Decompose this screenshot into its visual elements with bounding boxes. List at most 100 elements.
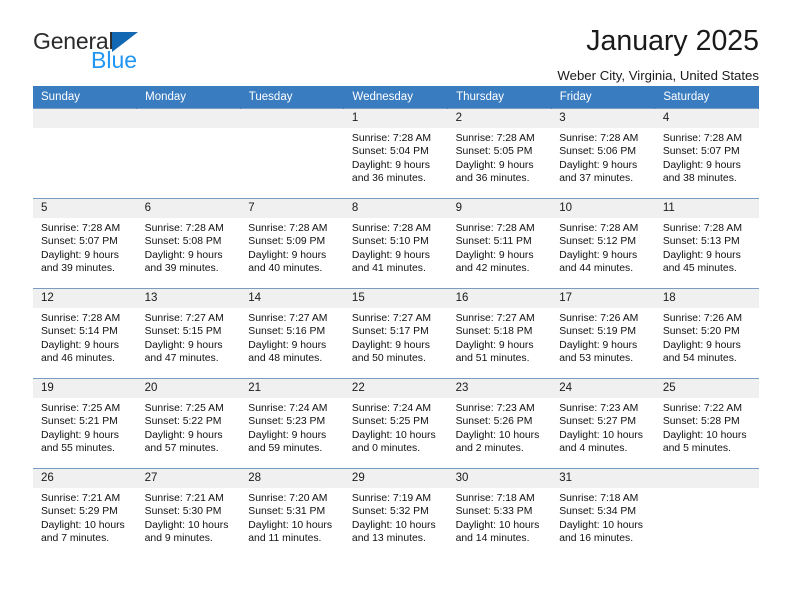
calendar-day-cell[interactable]: 31 Sunrise: 7:18 AM Sunset: 5:34 PM Dayligh… [551, 468, 655, 557]
calendar-day-cell[interactable]: 10 Sunrise: 7:28 AM Sunset: 5:12 PM Dayligh… [551, 198, 655, 289]
sunrise-text: Sunrise: 7:18 AM [455, 493, 535, 504]
calendar-day-cell[interactable]: 27 Sunrise: 7:21 AM Sunset: 5:30 PM Dayligh… [136, 468, 241, 557]
daylight-text-line2: and 45 minutes. [662, 263, 737, 275]
day-number: 30 [447, 469, 552, 488]
daylight-text-line2: and 11 minutes. [248, 533, 322, 545]
generalblue-logo[interactable]: General Blue [33, 26, 233, 86]
weekday-header-row: Sunday Monday Tuesday Wednesday Thursday… [33, 86, 759, 109]
calendar-day-cell[interactable]: 13 Sunrise: 7:27 AM Sunset: 5:15 PM Dayligh… [136, 288, 241, 379]
calendar-week-row: 1 Sunrise: 7:28 AM Sunset: 5:04 PM Daylight… [33, 108, 759, 199]
day-sun-info: Sunrise: 7:23 AM Sunset: 5:27 PM Daylight:… [551, 398, 655, 456]
calendar-day-cell[interactable]: 26 Sunrise: 7:21 AM Sunset: 5:29 PM Dayligh… [33, 468, 137, 557]
daylight-text-line2: and 46 minutes. [41, 353, 115, 365]
weekday-header-thursday: Thursday [447, 86, 552, 109]
sunset-text: Sunset: 5:34 PM [559, 506, 637, 518]
calendar-day-cell[interactable]: 9 Sunrise: 7:28 AM Sunset: 5:11 PM Daylight… [447, 198, 552, 289]
title-block: January 2025 Weber City, Virginia, Unite… [557, 25, 759, 83]
day-cell-content: 17 Sunrise: 7:26 AM Sunset: 5:19 PM Dayligh… [551, 289, 655, 378]
day-number: 14 [240, 289, 344, 308]
day-number: 18 [654, 289, 759, 308]
sunrise-text: Sunrise: 7:27 AM [455, 313, 535, 324]
daylight-text-line2: and 39 minutes. [144, 263, 219, 275]
day-cell-content: 9 Sunrise: 7:28 AM Sunset: 5:11 PM Daylight… [447, 199, 552, 288]
calendar-day-cell[interactable]: 6 Sunrise: 7:28 AM Sunset: 5:08 PM Daylight… [136, 198, 241, 289]
calendar-day-cell[interactable]: 7 Sunrise: 7:28 AM Sunset: 5:09 PM Daylight… [240, 198, 344, 289]
day-number: 23 [447, 379, 552, 398]
calendar-day-cell[interactable]: 21 Sunrise: 7:24 AM Sunset: 5:23 PM Dayligh… [240, 378, 344, 469]
day-sun-info: Sunrise: 7:28 AM Sunset: 5:07 PM Daylight:… [33, 218, 137, 276]
sunset-text: Sunset: 5:16 PM [248, 326, 326, 338]
calendar-day-cell[interactable]: 11 Sunrise: 7:28 AM Sunset: 5:13 PM Dayligh… [654, 198, 759, 289]
sunrise-text: Sunrise: 7:18 AM [559, 493, 639, 504]
sunset-text: Sunset: 5:10 PM [351, 236, 429, 248]
sunset-text: Sunset: 5:31 PM [248, 506, 326, 518]
calendar-day-cell[interactable]: 3 Sunrise: 7:28 AM Sunset: 5:06 PM Daylight… [551, 108, 655, 199]
calendar-week-row: 19 Sunrise: 7:25 AM Sunset: 5:21 PM Dayligh… [33, 378, 759, 469]
day-sun-info: Sunrise: 7:28 AM Sunset: 5:14 PM Daylight:… [33, 308, 137, 366]
calendar-day-cell[interactable]: 28 Sunrise: 7:20 AM Sunset: 5:31 PM Dayligh… [240, 468, 344, 557]
weekday-header-saturday: Saturday [654, 86, 759, 109]
day-sun-info: Sunrise: 7:28 AM Sunset: 5:12 PM Daylight:… [551, 218, 655, 276]
daylight-text-line2: and 39 minutes. [41, 263, 115, 275]
calendar-day-cell[interactable]: 16 Sunrise: 7:27 AM Sunset: 5:18 PM Dayligh… [447, 288, 552, 379]
daylight-text-line1: Daylight: 10 hours [351, 519, 436, 531]
day-cell-content: 22 Sunrise: 7:24 AM Sunset: 5:25 PM Dayligh… [343, 379, 448, 468]
daylight-text-line2: and 50 minutes. [351, 353, 426, 365]
calendar-day-cell[interactable]: 15 Sunrise: 7:27 AM Sunset: 5:17 PM Dayligh… [343, 288, 448, 379]
calendar-day-cell[interactable]: 8 Sunrise: 7:28 AM Sunset: 5:10 PM Daylight… [343, 198, 448, 289]
daylight-text-line2: and 47 minutes. [144, 353, 219, 365]
calendar-day-cell[interactable]: 4 Sunrise: 7:28 AM Sunset: 5:07 PM Daylight… [654, 108, 759, 199]
sunset-text: Sunset: 5:29 PM [41, 506, 118, 518]
day-sun-info: Sunrise: 7:21 AM Sunset: 5:30 PM Daylight:… [137, 488, 241, 546]
calendar-day-cell[interactable]: 30 Sunrise: 7:18 AM Sunset: 5:33 PM Dayligh… [447, 468, 552, 557]
calendar-day-cell[interactable]: 25 Sunrise: 7:22 AM Sunset: 5:28 PM Dayligh… [654, 378, 759, 469]
calendar-body: 1 Sunrise: 7:28 AM Sunset: 5:04 PM Daylight… [33, 108, 759, 557]
calendar-week-row: 5 Sunrise: 7:28 AM Sunset: 5:07 PM Daylight… [33, 198, 759, 289]
calendar-day-cell[interactable]: 2 Sunrise: 7:28 AM Sunset: 5:05 PM Daylight… [447, 108, 552, 199]
daylight-text-line1: Daylight: 9 hours [41, 339, 119, 351]
daylight-text-line1: Daylight: 9 hours [144, 429, 223, 441]
calendar-day-cell[interactable]: 5 Sunrise: 7:28 AM Sunset: 5:07 PM Daylight… [33, 198, 137, 289]
calendar-empty-cell [33, 108, 137, 199]
calendar-day-cell[interactable]: 17 Sunrise: 7:26 AM Sunset: 5:19 PM Dayligh… [551, 288, 655, 379]
daylight-text-line1: Daylight: 10 hours [351, 429, 436, 441]
calendar-empty-cell [136, 108, 241, 199]
daylight-text-line1: Daylight: 9 hours [41, 429, 119, 441]
weekday-header-monday: Monday [136, 86, 241, 109]
sunset-text: Sunset: 5:07 PM [662, 146, 740, 158]
calendar-day-cell[interactable]: 18 Sunrise: 7:26 AM Sunset: 5:20 PM Dayligh… [654, 288, 759, 379]
daylight-text-line1: Daylight: 10 hours [144, 519, 229, 531]
day-cell-content: 3 Sunrise: 7:28 AM Sunset: 5:06 PM Daylight… [551, 109, 655, 198]
calendar-day-cell[interactable]: 14 Sunrise: 7:27 AM Sunset: 5:16 PM Dayligh… [240, 288, 344, 379]
sunrise-text: Sunrise: 7:24 AM [248, 403, 328, 414]
day-sun-info: Sunrise: 7:18 AM Sunset: 5:33 PM Daylight:… [448, 488, 552, 546]
sunrise-text: Sunrise: 7:28 AM [41, 313, 121, 324]
sunset-text: Sunset: 5:26 PM [455, 416, 533, 428]
day-sun-info: Sunrise: 7:22 AM Sunset: 5:28 PM Daylight:… [655, 398, 759, 456]
sunset-text: Sunset: 5:20 PM [662, 326, 740, 338]
daylight-text-line1: Daylight: 9 hours [248, 339, 327, 351]
sunrise-text: Sunrise: 7:28 AM [144, 223, 224, 234]
daylight-text-line2: and 36 minutes. [455, 173, 530, 185]
calendar-day-cell[interactable]: 22 Sunrise: 7:24 AM Sunset: 5:25 PM Dayligh… [343, 378, 448, 469]
day-number: 7 [240, 199, 344, 218]
day-cell-content: 20 Sunrise: 7:25 AM Sunset: 5:22 PM Dayligh… [136, 379, 241, 468]
sunrise-text: Sunrise: 7:28 AM [351, 223, 432, 234]
day-sun-info: Sunrise: 7:28 AM Sunset: 5:11 PM Daylight:… [448, 218, 552, 276]
calendar-day-cell[interactable]: 1 Sunrise: 7:28 AM Sunset: 5:04 PM Daylight… [343, 108, 448, 199]
day-cell-content [33, 109, 137, 198]
calendar-day-cell[interactable]: 24 Sunrise: 7:23 AM Sunset: 5:27 PM Dayligh… [551, 378, 655, 469]
day-sun-info: Sunrise: 7:19 AM Sunset: 5:32 PM Daylight:… [344, 488, 448, 546]
calendar-day-cell[interactable]: 23 Sunrise: 7:23 AM Sunset: 5:26 PM Dayligh… [447, 378, 552, 469]
day-number: 9 [447, 199, 552, 218]
calendar-day-cell[interactable]: 12 Sunrise: 7:28 AM Sunset: 5:14 PM Dayligh… [33, 288, 137, 379]
sunset-text: Sunset: 5:07 PM [41, 236, 118, 248]
sunset-text: Sunset: 5:22 PM [144, 416, 222, 428]
sunset-text: Sunset: 5:18 PM [455, 326, 533, 338]
calendar-day-cell[interactable]: 19 Sunrise: 7:25 AM Sunset: 5:21 PM Dayligh… [33, 378, 137, 469]
calendar-day-cell[interactable]: 29 Sunrise: 7:19 AM Sunset: 5:32 PM Dayligh… [343, 468, 448, 557]
day-number: 19 [33, 379, 137, 398]
page-title: January 2025 [586, 25, 759, 57]
calendar-day-cell[interactable]: 20 Sunrise: 7:25 AM Sunset: 5:22 PM Dayligh… [136, 378, 241, 469]
day-cell-content: 4 Sunrise: 7:28 AM Sunset: 5:07 PM Daylight… [654, 109, 759, 198]
